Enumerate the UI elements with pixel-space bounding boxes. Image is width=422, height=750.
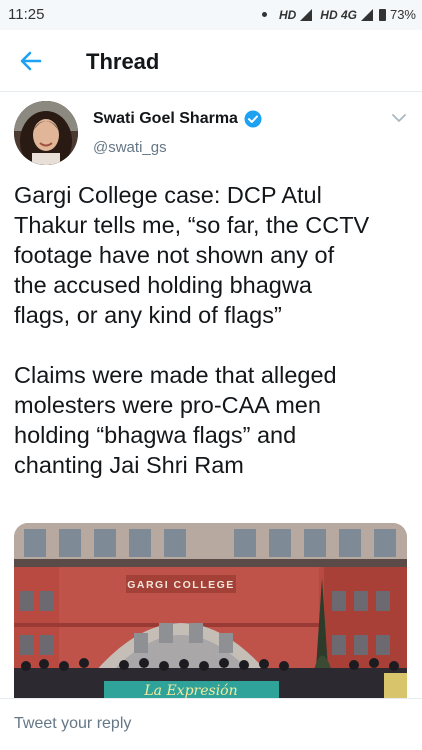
college-sign: GARGI COLLEGE (127, 579, 235, 591)
reply-input[interactable]: Tweet your reply (14, 715, 131, 733)
status-time: 11:25 (8, 6, 45, 23)
signal-icon-2 (360, 8, 373, 21)
author-name[interactable]: Swati Goel Sharma (93, 110, 238, 128)
author-name-row: Swati Goel Sharma (93, 110, 262, 128)
battery-level: 73% (389, 7, 416, 22)
tweet-image[interactable]: GARGI COLLEGE La Expresión (14, 523, 407, 698)
status-icons: HD HD 4G 73% (261, 7, 416, 22)
avatar[interactable] (14, 101, 78, 165)
app-bar: Thread (0, 30, 422, 92)
network-label-1: HD (278, 7, 297, 22)
avatar-image (14, 101, 78, 165)
tweet-paragraph-2: Claims were made that alleged molesters … (14, 362, 337, 478)
chevron-down-icon[interactable] (392, 113, 406, 123)
verified-badge-icon (244, 110, 262, 128)
battery-icon (378, 8, 386, 21)
tweet-author: Swati Goel Sharma @swati_gs (0, 93, 422, 173)
status-bar: 11:25 HD HD 4G 73% (0, 0, 422, 30)
notification-dot-icon (261, 12, 267, 17)
banner-text: La Expresión (143, 683, 237, 698)
tweet-text: Gargi College case: DCP Atul Thakur tell… (14, 180, 410, 480)
author-handle[interactable]: @swati_gs (93, 139, 167, 156)
reply-bar[interactable]: Tweet your reply (0, 698, 422, 750)
page-title: Thread (86, 49, 160, 74)
college-photo: GARGI COLLEGE La Expresión (14, 523, 407, 698)
signal-icon (300, 8, 313, 21)
tweet-paragraph-1: Gargi College case: DCP Atul Thakur tell… (14, 182, 370, 328)
arrow-left-icon[interactable] (18, 48, 44, 74)
network-label-2: HD 4G (320, 7, 357, 22)
